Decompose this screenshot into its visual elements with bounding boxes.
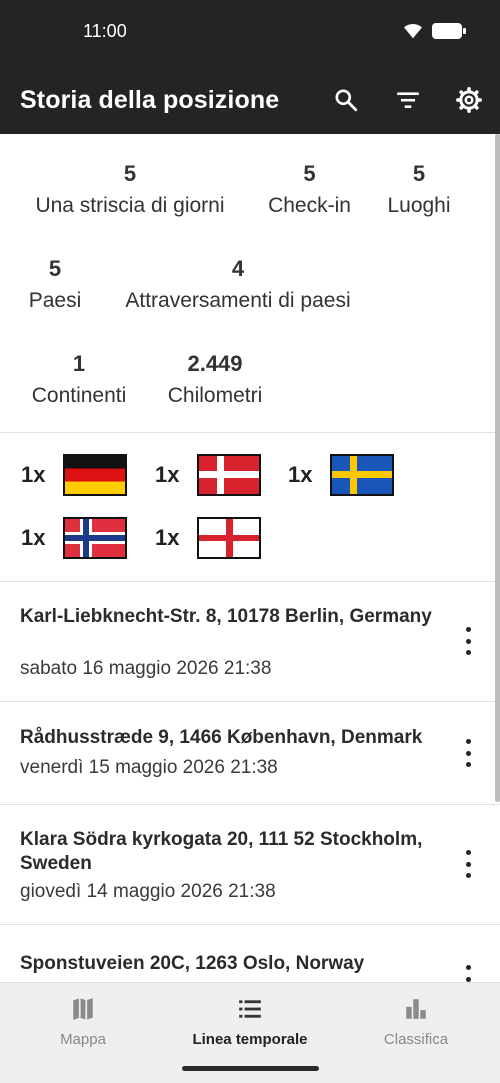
- more-options-icon[interactable]: [458, 739, 478, 767]
- history-date: giovedì 14 maggio 2026 21:38: [20, 881, 276, 902]
- flag-count: 1x: [21, 462, 46, 487]
- stat-checkins: 5 Check-in: [262, 161, 357, 221]
- stat-value: 4: [231, 256, 245, 281]
- more-options-icon[interactable]: [458, 850, 478, 878]
- battery-icon: [432, 23, 466, 39]
- search-button[interactable]: [329, 83, 363, 117]
- nav-timeline[interactable]: Linea temporale: [167, 995, 333, 1048]
- history-item[interactable]: Klara Södra kyrkogata 20, 111 52 Stockho…: [0, 805, 500, 924]
- stat-value: 5: [412, 161, 426, 186]
- stat-label: Attraversamenti di paesi: [125, 289, 351, 312]
- history-address: Rådhusstræde 9, 1466 København, Denmark: [20, 727, 423, 748]
- home-indicator[interactable]: [182, 1066, 319, 1071]
- stat-value: 5: [48, 256, 62, 281]
- history-item[interactable]: Sponstuveien 20C, 1263 Oslo, Norway: [0, 925, 500, 982]
- more-options-icon[interactable]: [458, 965, 478, 982]
- status-bar: 11:00: [0, 0, 500, 66]
- stat-label: Paesi: [28, 289, 82, 312]
- list-icon: [239, 1000, 261, 1018]
- stat-value: 2.449: [187, 351, 243, 376]
- flag-count: 1x: [288, 462, 313, 487]
- history-item[interactable]: Karl-Liebknecht-Str. 8, 10178 Berlin, Ge…: [0, 582, 500, 701]
- page-title: Storia della posizione: [20, 86, 280, 114]
- stat-value: 5: [303, 161, 316, 186]
- stat-border-crossings: 4 Attraversamenti di paesi: [112, 256, 364, 316]
- settings-button[interactable]: [452, 83, 486, 117]
- divider: [0, 432, 500, 433]
- timeline-content[interactable]: 5 Una striscia di giorni 5 Check-in 5 Lu…: [0, 134, 500, 982]
- germany-flag: [63, 454, 127, 496]
- stat-label: Check-in: [268, 194, 351, 217]
- nav-label: Linea temporale: [192, 1031, 308, 1048]
- stat-label: Chilometri: [167, 384, 263, 407]
- stat-label: Continenti: [31, 384, 127, 407]
- history-date: venerdì 15 maggio 2026 21:38: [20, 757, 278, 778]
- flag-count-denmark: 1x: [155, 454, 261, 496]
- history-date: sabato 16 maggio 2026 21:38: [20, 658, 272, 679]
- sweden-flag: [330, 454, 394, 496]
- history-address: Klara Södra kyrkogata 20, 111 52 Stockho…: [20, 829, 423, 874]
- denmark-flag: [197, 454, 261, 496]
- search-icon: [335, 89, 358, 112]
- stat-value: 1: [72, 351, 86, 376]
- flag-count-norway: 1x: [21, 517, 127, 559]
- flag-count: 1x: [155, 525, 180, 550]
- bar-chart-icon: [406, 999, 426, 1019]
- flag-count: 1x: [21, 525, 46, 550]
- app-bar: Storia della posizione: [0, 66, 500, 134]
- stat-label: Una striscia di giorni: [35, 194, 225, 217]
- history-address: Sponstuveien 20C, 1263 Oslo, Norway: [20, 953, 365, 974]
- system-icons: [402, 22, 466, 40]
- wifi-icon: [404, 23, 422, 39]
- scrollbar[interactable]: [495, 134, 500, 802]
- stat-kilometers: 2.449 Chilometri: [160, 351, 270, 411]
- norway-flag: [63, 517, 127, 559]
- england-flag: [197, 517, 261, 559]
- stat-day-streak: 5 Una striscia di giorni: [25, 161, 235, 221]
- nav-leaderboard[interactable]: Classifica: [333, 995, 499, 1048]
- stat-places: 5 Luoghi: [382, 161, 456, 221]
- nav-label: Mappa: [60, 1031, 106, 1048]
- flag-count: 1x: [155, 462, 180, 487]
- flag-count-england: 1x: [155, 517, 261, 559]
- map-icon: [73, 998, 93, 1020]
- stat-label: Luoghi: [387, 194, 451, 217]
- nav-map[interactable]: Mappa: [0, 995, 166, 1048]
- stat-countries: 5 Paesi: [25, 256, 85, 316]
- flag-count-sweden: 1x: [288, 454, 394, 496]
- filter-button[interactable]: [391, 83, 425, 117]
- more-options-icon[interactable]: [458, 627, 478, 655]
- flag-count-germany: 1x: [21, 454, 127, 496]
- gear-icon: [456, 87, 482, 113]
- filter-icon: [397, 92, 419, 109]
- history-item[interactable]: Rådhusstræde 9, 1466 København, Denmark …: [0, 702, 500, 804]
- status-time: 11:00: [83, 21, 127, 41]
- stat-continents: 1 Continenti: [25, 351, 133, 411]
- history-address: Karl-Liebknecht-Str. 8, 10178 Berlin, Ge…: [20, 606, 432, 627]
- nav-label: Classifica: [383, 1031, 449, 1048]
- stat-value: 5: [123, 161, 137, 186]
